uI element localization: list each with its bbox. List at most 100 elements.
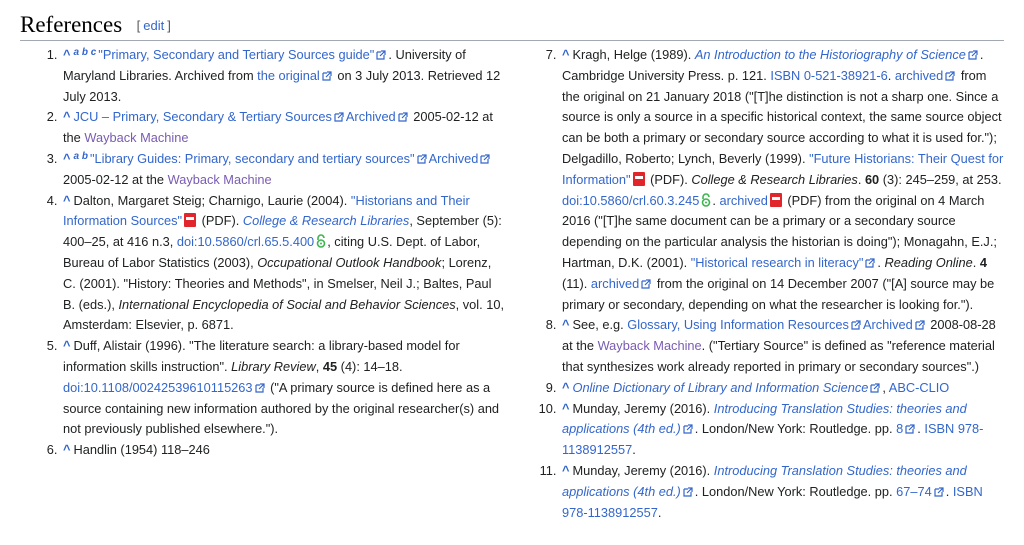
reference-text: .	[887, 67, 895, 83]
archived-link[interactable]: archived	[719, 193, 767, 208]
reference-item-11: ^Munday, Jeremy (2016). Introducing Tran…	[560, 461, 1005, 523]
reference-text: (PDF).	[198, 213, 243, 229]
journal-title: College & Research Libraries	[242, 213, 410, 229]
reference-text: . London/New York: Routledge. pp.	[694, 483, 897, 499]
reference-item-10: ^Munday, Jeremy (2016). Introducing Tran…	[560, 399, 1005, 461]
reference-text: ,	[315, 358, 323, 374]
archived-link[interactable]: Archived	[346, 109, 396, 124]
references-list-right: ^Kragh, Helge (1989). An Introduction to…	[540, 45, 1005, 523]
external-link-icon	[945, 71, 955, 81]
backlink-caret[interactable]: ^	[63, 442, 70, 457]
reference-text: Munday, Jeremy (2016).	[572, 400, 714, 416]
book-link[interactable]: An Introduction to the Historiography of…	[695, 47, 966, 62]
external-link-icon	[934, 487, 944, 497]
wayback-machine-link[interactable]: Wayback Machine	[168, 172, 272, 187]
backlink-caret[interactable]: ^	[562, 401, 569, 416]
reference-link-title: Online Dictionary of Library and Informa…	[572, 379, 869, 395]
backlink-caret[interactable]: ^	[63, 151, 70, 166]
reference-text: .	[877, 254, 885, 270]
external-link-icon	[376, 50, 386, 60]
backlink-letters[interactable]: a b c	[73, 47, 96, 58]
reference-italic: Library Review	[231, 358, 316, 374]
archived-link[interactable]: Archived	[863, 317, 913, 332]
reference-italic: Reading Online	[884, 254, 973, 270]
reference-item-2: ^JCU – Primary, Secondary & Tertiary Sou…	[61, 107, 505, 149]
reference-item-4: ^Dalton, Margaret Steig; Charnigo, Lauri…	[61, 191, 505, 337]
reference-item-3: ^a b"Library Guides: Primary, secondary …	[61, 149, 505, 191]
reference-text: .	[657, 504, 662, 520]
external-link-icon	[968, 50, 978, 60]
pages-link[interactable]: 67–74	[896, 484, 932, 499]
volume-number: 45	[322, 358, 338, 374]
reference-text: Handlin (1954) 118–246	[73, 442, 210, 458]
backlink-caret[interactable]: ^	[562, 317, 569, 332]
reference-link[interactable]: "Library Guides: Primary, secondary and …	[90, 151, 415, 166]
external-link-icon	[851, 320, 861, 330]
backlink-caret[interactable]: ^	[562, 47, 569, 62]
doi-link[interactable]: doi:10.1108/00242539610115263	[63, 380, 253, 395]
section-heading: References [edit]	[20, 10, 1004, 41]
pdf-icon	[632, 171, 645, 186]
external-link-icon	[905, 424, 915, 434]
reference-item-7: ^Kragh, Helge (1989). An Introduction to…	[560, 45, 1005, 315]
external-link-icon	[641, 279, 651, 289]
reference-link[interactable]: "Historical research in literacy"	[691, 255, 864, 270]
reference-text: .	[945, 483, 953, 499]
backlink-caret[interactable]: ^	[562, 463, 569, 478]
volume-number: 4	[979, 254, 987, 270]
reference-link[interactable]: Glossary, Using Information Resources	[627, 317, 849, 332]
backlink-caret[interactable]: ^	[562, 380, 569, 395]
references-column-right: ^Kragh, Helge (1989). An Introduction to…	[540, 45, 1005, 523]
external-link-icon	[870, 383, 880, 393]
external-link-icon	[334, 112, 344, 122]
reference-italic: Occupational Outlook Handbook	[257, 254, 442, 270]
publisher-link[interactable]: ABC-CLIO	[889, 380, 949, 395]
reference-item-9: ^Online Dictionary of Library and Inform…	[560, 378, 1005, 399]
reference-text: Munday, Jeremy (2016).	[572, 462, 714, 478]
pdf-icon	[184, 213, 197, 228]
reference-link[interactable]: Online Dictionary of Library and Informa…	[572, 380, 868, 395]
archived-link[interactable]: archived	[591, 276, 639, 291]
backlink-letters[interactable]: a b	[73, 151, 87, 162]
backlink-caret[interactable]: ^	[63, 193, 70, 208]
reference-text: 2005-02-12 at the	[63, 171, 168, 187]
reference-text: Dalton, Margaret Steig; Charnigo, Laurie…	[73, 192, 351, 208]
external-link-icon	[322, 71, 332, 81]
archived-link[interactable]: Archived	[429, 151, 479, 166]
reference-link[interactable]: JCU – Primary, Secondary & Tertiary Sour…	[73, 109, 331, 124]
external-link-icon	[865, 258, 875, 268]
reference-text: .	[857, 171, 865, 187]
original-link[interactable]: the original	[257, 68, 320, 83]
reference-text: Kragh, Helge (1989).	[572, 47, 695, 62]
wayback-machine-link[interactable]: Wayback Machine	[84, 130, 188, 145]
references-list-left: ^a b c"Primary, Secondary and Tertiary S…	[45, 45, 505, 461]
reference-text: See, e.g.	[572, 317, 628, 333]
reference-link[interactable]: "Primary, Secondary and Tertiary Sources…	[98, 47, 374, 62]
reference-item-5: ^Duff, Alistair (1996). "The literature …	[61, 336, 505, 440]
reference-text: .	[632, 442, 636, 458]
external-link-icon	[915, 320, 925, 330]
reference-text: (PDF).	[646, 171, 692, 187]
reference-text: (11).	[562, 275, 591, 291]
references-section: References [edit] ^a b c"Primary, Second…	[0, 0, 1024, 545]
edit-link[interactable]: edit	[143, 18, 164, 33]
archived-link[interactable]: archived	[895, 68, 943, 83]
pages-link[interactable]: 8	[896, 421, 903, 436]
reference-italic: International Encyclopedia of Social and…	[118, 296, 456, 312]
doi-link[interactable]: doi:10.5860/crl.65.5.400	[177, 234, 314, 249]
backlink-caret[interactable]: ^	[63, 338, 70, 353]
backlink-caret[interactable]: ^	[63, 47, 70, 62]
wayback-machine-link[interactable]: Wayback Machine	[598, 338, 702, 353]
edit-section: [edit]	[137, 18, 171, 33]
isbn-link[interactable]: ISBN 0-521-38921-6	[770, 68, 887, 83]
journal-link[interactable]: College & Research Libraries	[243, 213, 409, 228]
pdf-icon	[769, 192, 782, 207]
reference-text: . London/New York: Routledge. pp.	[694, 421, 897, 437]
external-link-icon	[416, 154, 427, 164]
backlink-caret[interactable]: ^	[63, 109, 70, 124]
reference-item-1: ^a b c"Primary, Secondary and Tertiary S…	[61, 45, 505, 107]
external-link-icon	[683, 487, 693, 497]
reference-text: (3): 245–259, at 253.	[879, 171, 1002, 187]
doi-link[interactable]: doi:10.5860/crl.60.3.245	[562, 193, 699, 208]
references-column-left: ^a b c"Primary, Secondary and Tertiary S…	[45, 45, 505, 461]
